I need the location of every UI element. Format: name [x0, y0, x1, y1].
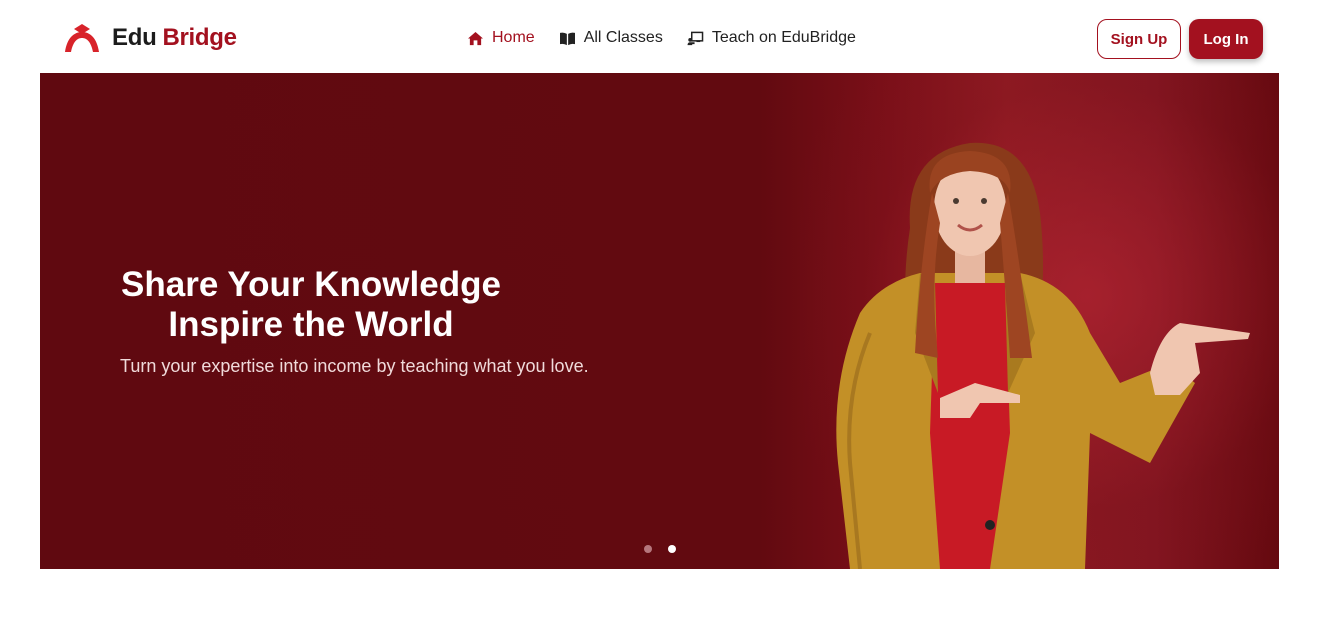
home-icon: [468, 31, 483, 45]
main-nav: Home All Classes Teach on EduBridge: [467, 29, 856, 47]
nav-link-teach[interactable]: Teach on EduBridge: [687, 29, 856, 47]
nav-link-all-classes[interactable]: All Classes: [559, 29, 663, 47]
hero-subtitle: Turn your expertise into income by teach…: [120, 356, 589, 376]
hero-title-line1: Share Your Knowledge: [121, 265, 501, 304]
carousel-pagination: [644, 545, 676, 553]
brand-name-part1: Edu: [112, 24, 157, 51]
brand-name-part2: Bridge: [162, 24, 237, 51]
login-button[interactable]: Log In: [1189, 19, 1263, 59]
navbar: Edu Bridge Home All Classes Teach on EduB…: [0, 0, 1326, 73]
hero-image-woman-pointing: [836, 142, 1250, 569]
logo-icon: [65, 24, 99, 52]
nav-link-label: Home: [492, 29, 535, 46]
logo[interactable]: Edu Bridge: [62, 22, 237, 54]
hero-title-line2: Inspire the World: [168, 305, 454, 344]
chalkboard-teacher-icon: [687, 31, 704, 45]
carousel-dot-2[interactable]: [668, 545, 676, 553]
nav-link-home[interactable]: Home: [467, 29, 535, 47]
book-open-icon: [559, 32, 575, 45]
signup-button[interactable]: Sign Up: [1097, 19, 1181, 59]
hero-title: Share Your Knowledge Inspire the World: [120, 265, 502, 345]
nav-link-label: Teach on EduBridge: [711, 29, 856, 46]
brand-name: Edu Bridge: [112, 24, 237, 52]
nav-link-label: All Classes: [583, 29, 663, 46]
carousel-dot-1[interactable]: [644, 545, 652, 553]
hero-carousel: Share Your Knowledge Inspire the World T…: [40, 73, 1279, 569]
